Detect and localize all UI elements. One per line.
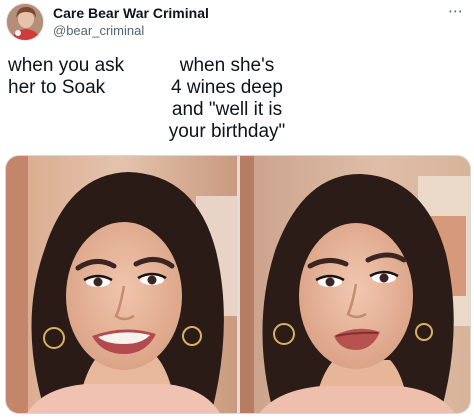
caption-right: when she's 4 wines deep and "well it is …	[168, 55, 286, 142]
caption-left: when you ask her to Soak	[8, 55, 125, 98]
author-info: Care Bear War Criminal @bear_criminal	[53, 4, 209, 39]
display-name[interactable]: Care Bear War Criminal	[53, 4, 209, 22]
tweet-header: Care Bear War Criminal @bear_criminal ⋯	[0, 0, 474, 44]
tweet-text: when you ask her to Soak when she's 4 wi…	[0, 52, 474, 152]
media-grid[interactable]	[5, 155, 471, 414]
reaction-photo-right[interactable]	[240, 156, 470, 413]
avatar[interactable]	[6, 3, 44, 41]
user-handle[interactable]: @bear_criminal	[53, 22, 209, 39]
more-options-icon[interactable]: ⋯	[448, 2, 464, 20]
reaction-photo-left[interactable]	[6, 156, 237, 413]
